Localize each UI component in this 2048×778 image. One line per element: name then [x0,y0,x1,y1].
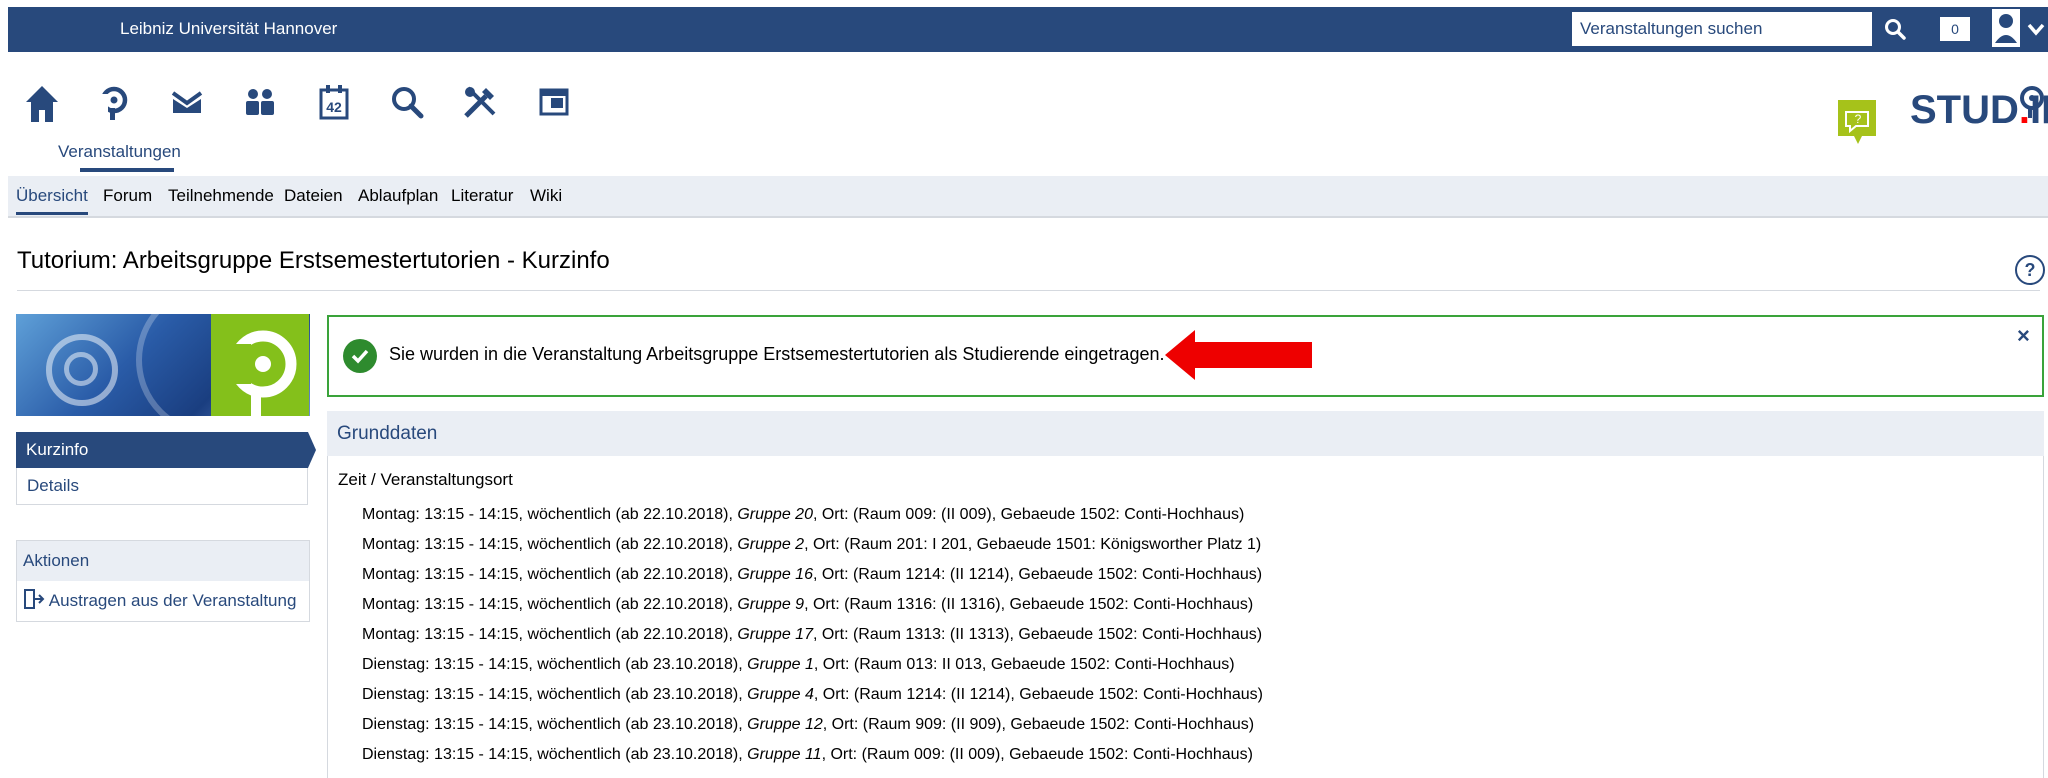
check-circle-icon [343,339,377,373]
search-button[interactable] [1878,12,1912,46]
courses-icon [96,86,128,120]
grunddaten-heading: Grunddaten [327,411,2044,456]
calendar-icon: 42 [319,85,349,120]
nav-community[interactable] [238,80,282,124]
leave-course-action[interactable]: Austragen aus der Veranstaltung [17,581,309,621]
mail-icon [171,91,203,113]
avatar-menu-toggle[interactable] [2026,19,2046,39]
nav-schedule[interactable]: 42 [312,80,356,124]
nav-search[interactable] [385,80,429,124]
actions-heading: Aktionen [17,541,309,581]
help-center-button[interactable]: ? [1838,100,1878,144]
nav-active-label[interactable]: Veranstaltungen [58,142,181,162]
top-bar: Leibniz Universität Hannover 0 [8,7,2048,52]
schedule-row: Montag: 13:15 - 14:15, wöchentlich (ab 2… [362,566,1263,583]
schedule-row: Montag: 13:15 - 14:15, wöchentlich (ab 2… [362,626,1263,643]
notification-counter[interactable]: 0 [1940,17,1970,41]
svg-text:?: ? [1855,112,1862,126]
help-button[interactable]: ? [2015,255,2045,285]
page-title: Tutorium: Arbeitsgruppe Erstsemestertuto… [17,247,610,274]
close-message-button[interactable]: × [2017,323,2030,349]
home-icon [26,86,58,122]
schedule-row: Montag: 13:15 - 14:15, wöchentlich (ab 2… [362,536,1262,553]
community-icon [246,89,274,115]
tab-wiki[interactable]: Wiki [530,186,562,206]
help-center-icon: ? [1838,100,1876,144]
course-search-input[interactable] [1572,12,1878,46]
studip-logo-mark [2020,86,2044,118]
avatar[interactable] [1992,9,2020,47]
nav-messages[interactable] [165,80,209,124]
door-exit-icon [24,589,45,609]
university-name[interactable]: Leibniz Universität Hannover [120,19,337,39]
tab-forum[interactable]: Forum [103,186,152,206]
nav-home[interactable] [20,80,64,124]
course-image [16,314,310,416]
schedule-row: Montag: 13:15 - 14:15, wöchentlich (ab 2… [362,596,1254,613]
chevron-down-icon [2027,23,2045,36]
course-subnav: Übersicht Forum Teilnehmende Dateien Abl… [8,176,2048,218]
studip-green-logo [211,314,309,416]
studip-logo[interactable]: STUD.IP [1910,86,2048,133]
schedule-row: Dienstag: 13:15 - 14:15, wöchentlich (ab… [362,686,1263,703]
nav-courses[interactable] [92,80,136,124]
sidebar-item-details[interactable]: Details [16,468,308,505]
schedule-row: Dienstag: 13:15 - 14:15, wöchentlich (ab… [362,746,1253,763]
schedule-row: Dienstag: 13:15 - 14:15, wöchentlich (ab… [362,716,1255,733]
success-message-text: Sie wurden in die Veranstaltung Arbeitsg… [389,344,1165,364]
user-icon [1992,9,2020,47]
title-divider [17,290,2040,291]
svg-text:42: 42 [326,99,342,115]
schedule-list: Montag: 13:15 - 14:15, wöchentlich (ab 2… [362,500,1263,770]
nav-admin[interactable] [532,80,576,124]
nav-tools[interactable] [458,80,502,124]
sidebar-actions: Aktionen Austragen aus der Veranstaltung [16,540,310,622]
schedule-row: Montag: 13:15 - 14:15, wöchentlich (ab 2… [362,506,1245,523]
sidebar-navigation: Kurzinfo Details [16,432,316,505]
search-icon [1885,19,1906,40]
nav-active-indicator [80,168,174,172]
leave-course-label: Austragen aus der Veranstaltung [48,591,297,610]
sidebar-item-kurzinfo[interactable]: Kurzinfo [16,432,316,468]
course-search-box[interactable] [1572,12,1878,46]
zeit-ort-label: Zeit / Veranstaltungsort [338,470,513,489]
tab-dateien[interactable]: Dateien [284,186,343,206]
grunddaten-body: Zeit / Veranstaltungsort Montag: 13:15 -… [327,456,2044,778]
tab-literatur[interactable]: Literatur [451,186,513,206]
schedule-row: Dienstag: 13:15 - 14:15, wöchentlich (ab… [362,656,1235,673]
search-icon [392,87,424,119]
admin-icon [539,88,569,116]
tools-icon [464,86,496,118]
tab-ablaufplan[interactable]: Ablaufplan [358,186,438,206]
annotation-arrow-icon [1165,330,1312,380]
tab-uebersicht[interactable]: Übersicht [16,186,88,215]
tab-teilnehmende[interactable]: Teilnehmende [168,186,274,206]
